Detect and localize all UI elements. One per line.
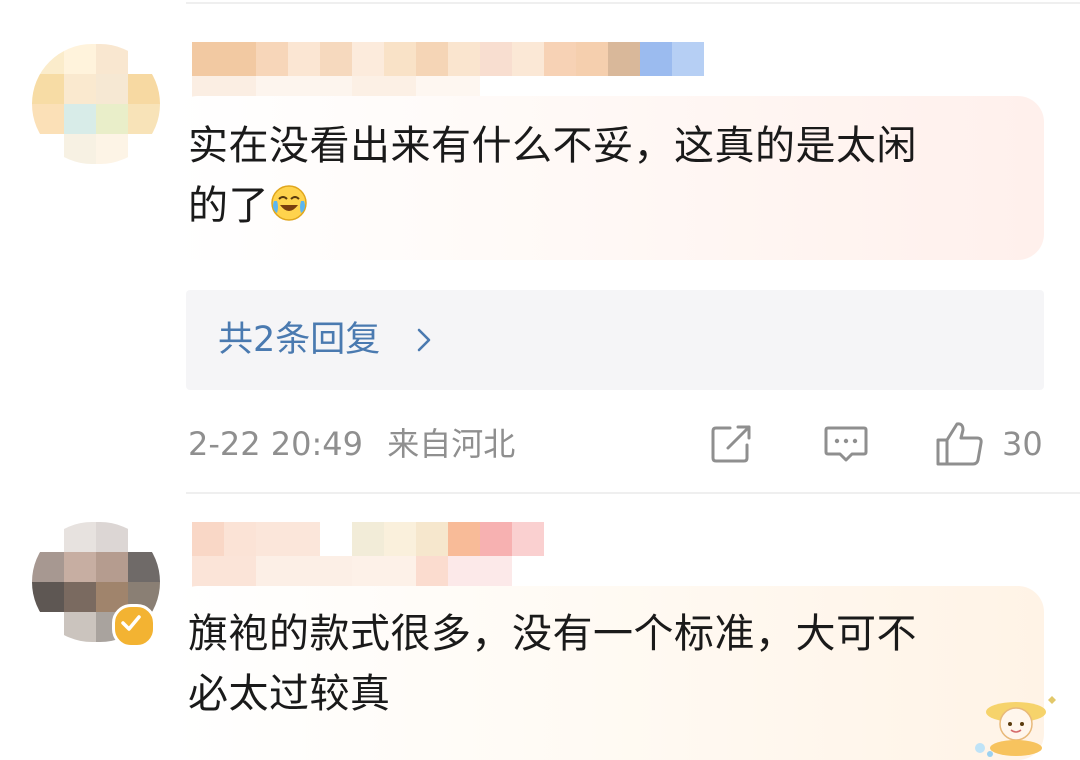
comment-text-line: 的了 [188, 176, 917, 236]
chevron-right-icon [417, 328, 431, 352]
replies-label: 共2条回复 [218, 320, 381, 360]
view-replies-button[interactable]: 共2条回复 [186, 290, 1044, 390]
laughing-tears-icon [271, 185, 307, 221]
timestamp: 2-22 20:49 [188, 425, 364, 463]
comment-text-line: 必太过较真 [188, 671, 391, 717]
sticker-decoration-icon [975, 696, 1056, 757]
comment-thread: 实在没看出来有什么不妥，这真的是太闲 的了 共2条回复 2-22 20:49 来… [0, 0, 1080, 760]
comment-text: 实在没看出来有什么不妥，这真的是太闲 的了 [188, 116, 917, 236]
comment-text-tail: 的了 [188, 183, 269, 229]
share-icon[interactable] [708, 420, 756, 468]
comment-text-line: 旗袍的款式很多，没有一个标准，大可不 [188, 611, 917, 657]
comment-meta: 2-22 20:49 来自河北 [188, 424, 515, 464]
divider [186, 492, 1080, 494]
location: 来自河北 [387, 425, 516, 463]
divider [186, 2, 1080, 4]
comment-text: 旗袍的款式很多，没有一个标准，大可不 必太过较真 [188, 604, 917, 724]
verified-badge-icon [112, 604, 156, 648]
comment-icon[interactable] [822, 420, 870, 468]
like-count: 30 [1002, 425, 1043, 463]
comment-text-line: 实在没看出来有什么不妥，这真的是太闲 [188, 123, 917, 169]
thumbs-up-icon[interactable] [934, 420, 986, 468]
avatar[interactable] [32, 44, 160, 164]
